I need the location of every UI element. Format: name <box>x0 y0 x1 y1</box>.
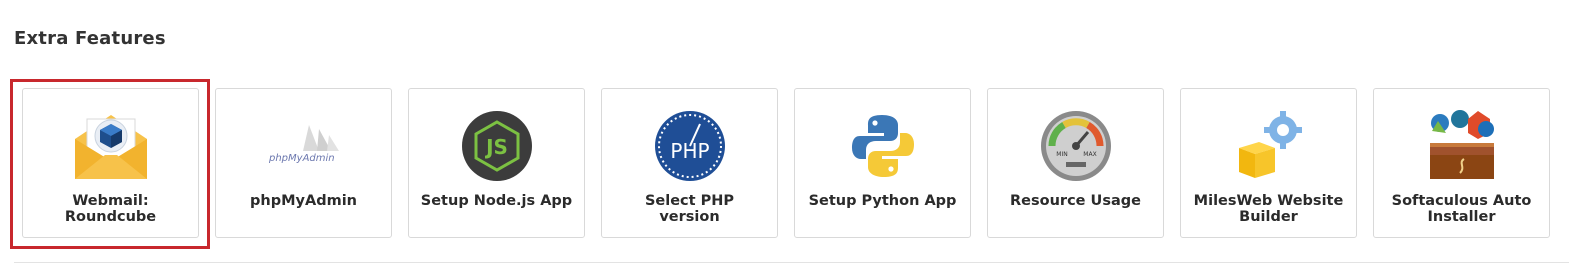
speedometer-icon: MIN MAX <box>988 107 1163 185</box>
svg-text:PHP: PHP <box>670 139 709 163</box>
phpmyadmin-logo-icon: phpMyAdmin <box>216 107 391 185</box>
feature-label: Select PHP version <box>644 193 735 225</box>
svg-text:MAX: MAX <box>1083 151 1096 158</box>
feature-card-python[interactable]: Setup Python App <box>794 88 971 238</box>
divider <box>14 262 1569 263</box>
feature-card-softaculous[interactable]: Softaculous Auto Installer <box>1373 88 1550 238</box>
feature-card-php[interactable]: PHP Select PHP version <box>601 88 778 238</box>
feature-grid: Webmail: Roundcube phpMyAdmin phpMyAdmin… <box>22 88 1550 238</box>
feature-card-website-builder[interactable]: MilesWeb Website Builder <box>1180 88 1357 238</box>
feature-card-phpmyadmin[interactable]: phpMyAdmin phpMyAdmin <box>215 88 392 238</box>
svg-text:MIN: MIN <box>1056 151 1067 158</box>
feature-label: Resource Usage <box>1010 193 1141 209</box>
box-gear-icon <box>1181 107 1356 185</box>
selection-highlight <box>10 79 210 249</box>
feature-label: Softaculous Auto Installer <box>1391 193 1532 225</box>
svg-text:phpMyAdmin: phpMyAdmin <box>268 153 335 164</box>
php-gauge-icon: PHP <box>602 107 777 185</box>
svg-text:JS: JS <box>484 135 508 159</box>
feature-card-resource-usage[interactable]: MIN MAX Resource Usage <box>987 88 1164 238</box>
python-icon <box>795 107 970 185</box>
nodejs-icon: JS <box>409 107 584 185</box>
feature-label: phpMyAdmin <box>250 193 357 209</box>
feature-card-nodejs[interactable]: JS Setup Node.js App <box>408 88 585 238</box>
section-title: Extra Features <box>14 28 166 49</box>
feature-label: Setup Node.js App <box>420 193 573 209</box>
feature-label: MilesWeb Website Builder <box>1193 193 1344 225</box>
feature-label: Setup Python App <box>808 193 957 209</box>
softaculous-chest-icon <box>1374 107 1549 185</box>
